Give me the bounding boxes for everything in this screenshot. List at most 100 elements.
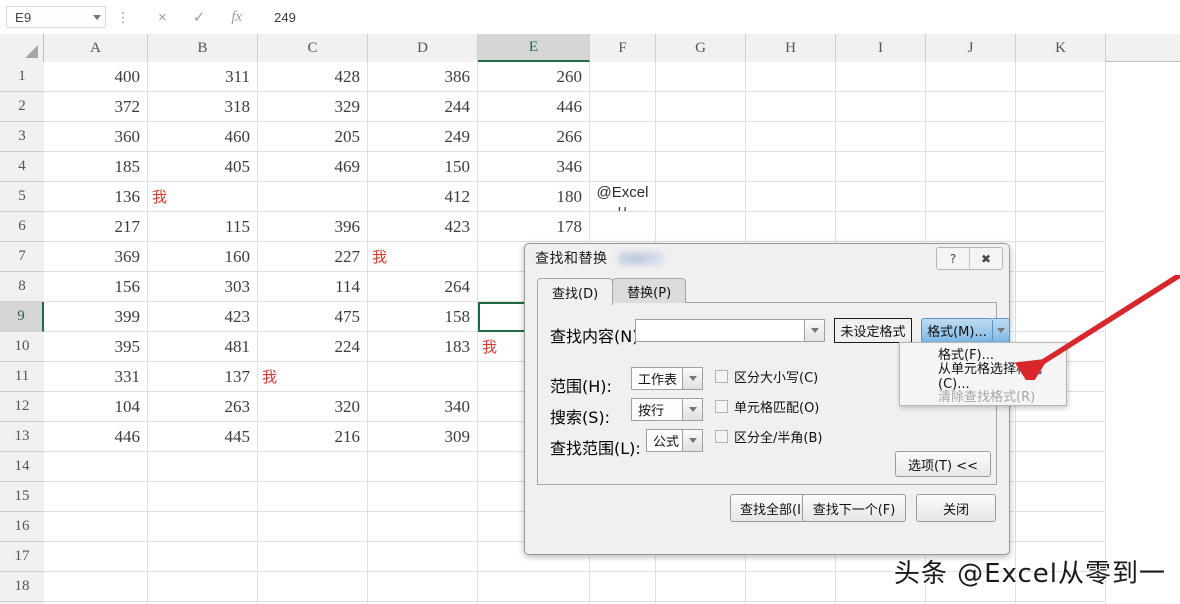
- cell-d9[interactable]: 158: [368, 302, 478, 332]
- cell-e1[interactable]: 260: [478, 62, 590, 92]
- cell-c14[interactable]: [258, 452, 368, 482]
- dialog-titlebar[interactable]: 查找和替换 ? ✖: [525, 244, 1009, 272]
- cell-k1[interactable]: [1016, 62, 1106, 92]
- cell-k9[interactable]: [1016, 302, 1106, 332]
- row-header-15[interactable]: 15: [0, 482, 44, 512]
- cell-c13[interactable]: 216: [258, 422, 368, 452]
- row-header-2[interactable]: 2: [0, 92, 44, 122]
- cell-k5[interactable]: [1016, 182, 1106, 212]
- cell-d17[interactable]: [368, 542, 478, 572]
- cell-b5[interactable]: 我: [148, 182, 258, 212]
- cell-h3[interactable]: [746, 122, 836, 152]
- row-header-10[interactable]: 10: [0, 332, 44, 362]
- column-header-d[interactable]: D: [368, 34, 478, 62]
- row-header-6[interactable]: 6: [0, 212, 44, 242]
- cell-g1[interactable]: [656, 62, 746, 92]
- cell-e3[interactable]: 266: [478, 122, 590, 152]
- cell-j18[interactable]: [926, 572, 1016, 602]
- column-header-g[interactable]: G: [656, 34, 746, 62]
- cell-h2[interactable]: [746, 92, 836, 122]
- cell-d3[interactable]: 249: [368, 122, 478, 152]
- cell-d15[interactable]: [368, 482, 478, 512]
- cell-c11[interactable]: 我: [258, 362, 368, 392]
- row-header-11[interactable]: 11: [0, 362, 44, 392]
- cell-a6[interactable]: 217: [44, 212, 148, 242]
- cell-c12[interactable]: 320: [258, 392, 368, 422]
- cell-g3[interactable]: [656, 122, 746, 152]
- cell-i2[interactable]: [836, 92, 926, 122]
- cell-h6[interactable]: [746, 212, 836, 242]
- row-header-13[interactable]: 13: [0, 422, 44, 452]
- cell-j6[interactable]: [926, 212, 1016, 242]
- column-header-f[interactable]: F: [590, 34, 656, 62]
- cell-j4[interactable]: [926, 152, 1016, 182]
- cell-a11[interactable]: 331: [44, 362, 148, 392]
- row-header-7[interactable]: 7: [0, 242, 44, 272]
- cell-d2[interactable]: 244: [368, 92, 478, 122]
- cell-f4[interactable]: [590, 152, 656, 182]
- cell-d7[interactable]: 我: [368, 242, 478, 272]
- cell-a3[interactable]: 360: [44, 122, 148, 152]
- cell-b6[interactable]: 115: [148, 212, 258, 242]
- cell-b18[interactable]: [148, 572, 258, 602]
- cell-b4[interactable]: 405: [148, 152, 258, 182]
- cell-b15[interactable]: [148, 482, 258, 512]
- cell-k3[interactable]: [1016, 122, 1106, 152]
- cell-b8[interactable]: 303: [148, 272, 258, 302]
- row-header-5[interactable]: 5: [0, 182, 44, 212]
- cell-b9[interactable]: 423: [148, 302, 258, 332]
- cell-b14[interactable]: [148, 452, 258, 482]
- column-header-h[interactable]: H: [746, 34, 836, 62]
- cell-j2[interactable]: [926, 92, 1016, 122]
- cell-c6[interactable]: 396: [258, 212, 368, 242]
- match-fullwidth-checkbox[interactable]: 区分全/半角(B): [715, 427, 822, 446]
- cell-d4[interactable]: 150: [368, 152, 478, 182]
- tab-find[interactable]: 查找(D): [537, 278, 614, 305]
- row-header-14[interactable]: 14: [0, 452, 44, 482]
- cell-h4[interactable]: [746, 152, 836, 182]
- cell-f2[interactable]: [590, 92, 656, 122]
- cell-a1[interactable]: 400: [44, 62, 148, 92]
- formula-input[interactable]: 249: [268, 6, 1180, 28]
- cell-c7[interactable]: 227: [258, 242, 368, 272]
- cell-d16[interactable]: [368, 512, 478, 542]
- cell-a2[interactable]: 372: [44, 92, 148, 122]
- cell-d18[interactable]: [368, 572, 478, 602]
- cell-e4[interactable]: 346: [478, 152, 590, 182]
- cell-b7[interactable]: 160: [148, 242, 258, 272]
- cell-d14[interactable]: [368, 452, 478, 482]
- cell-f18[interactable]: [590, 572, 656, 602]
- row-header-17[interactable]: 17: [0, 542, 44, 572]
- cell-j3[interactable]: [926, 122, 1016, 152]
- row-header-3[interactable]: 3: [0, 122, 44, 152]
- cell-d8[interactable]: 264: [368, 272, 478, 302]
- cell-a18[interactable]: [44, 572, 148, 602]
- cell-c15[interactable]: [258, 482, 368, 512]
- cell-e5[interactable]: 180: [478, 182, 590, 212]
- cell-d1[interactable]: 386: [368, 62, 478, 92]
- cell-e18[interactable]: [478, 572, 590, 602]
- cell-d10[interactable]: 183: [368, 332, 478, 362]
- cell-k4[interactable]: [1016, 152, 1106, 182]
- cell-i3[interactable]: [836, 122, 926, 152]
- cell-g6[interactable]: [656, 212, 746, 242]
- cell-b1[interactable]: 311: [148, 62, 258, 92]
- cell-e2[interactable]: 446: [478, 92, 590, 122]
- cell-g5[interactable]: [656, 182, 746, 212]
- cell-c10[interactable]: 224: [258, 332, 368, 362]
- cell-c18[interactable]: [258, 572, 368, 602]
- chevron-down-icon[interactable]: [682, 368, 702, 389]
- menu-item-choose-format-from-cell[interactable]: 从单元格选择格式(C)...: [900, 362, 1066, 392]
- cell-e6[interactable]: 178: [478, 212, 590, 242]
- cell-c9[interactable]: 475: [258, 302, 368, 332]
- find-what-dropdown-button[interactable]: [804, 320, 824, 341]
- cell-k7[interactable]: [1016, 242, 1106, 272]
- help-icon[interactable]: ?: [937, 248, 969, 269]
- chevron-down-icon[interactable]: [93, 14, 101, 20]
- cell-c2[interactable]: 329: [258, 92, 368, 122]
- cell-c16[interactable]: [258, 512, 368, 542]
- cell-b11[interactable]: 137: [148, 362, 258, 392]
- select-all-corner[interactable]: [0, 34, 44, 62]
- cell-d12[interactable]: 340: [368, 392, 478, 422]
- cell-j5[interactable]: [926, 182, 1016, 212]
